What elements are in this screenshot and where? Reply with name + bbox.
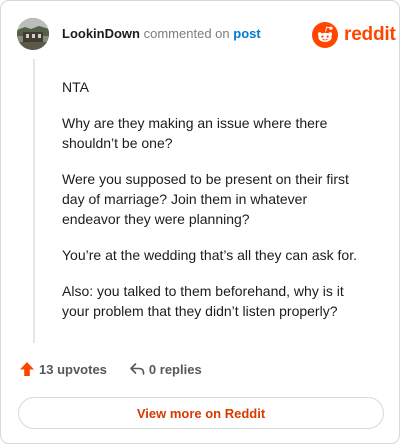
comment-paragraph: NTA <box>62 79 89 95</box>
reply-arrow-icon <box>130 363 145 375</box>
reddit-snoo-icon <box>312 22 338 48</box>
replies-button[interactable]: 0 replies <box>129 361 202 377</box>
upvote-count: 13 upvotes <box>39 361 107 377</box>
upvote-button[interactable]: 13 upvotes <box>19 361 107 377</box>
comment-header: LookinDown commented on post <box>62 27 261 41</box>
reddit-wordmark: reddit <box>344 24 396 45</box>
comment-paragraph: Were you supposed to be present on their… <box>62 171 349 227</box>
reddit-brand-link[interactable]: reddit <box>312 22 396 48</box>
upvote-arrow-icon <box>20 362 34 376</box>
replies-count: 0 replies <box>148 361 202 377</box>
view-more-on-reddit-button[interactable]: View more on Reddit <box>18 397 384 429</box>
commented-on-text: commented on <box>143 26 230 41</box>
username-link[interactable]: LookinDown <box>62 26 140 41</box>
thread-line[interactable] <box>33 59 35 343</box>
comment-paragraph: You’re at the wedding that’s all they ca… <box>62 247 357 263</box>
post-link[interactable]: post <box>233 26 260 41</box>
embedded-comment-card: LookinDown commented on post reddit NTA … <box>0 0 400 444</box>
comment-actions: 13 upvotes 0 replies <box>19 361 202 377</box>
avatar-image <box>17 18 49 50</box>
avatar[interactable] <box>17 18 49 50</box>
comment-paragraph: Why are they making an issue where there… <box>62 115 328 151</box>
comment-body: NTA Why are they making an issue where t… <box>62 77 362 337</box>
comment-paragraph: Also: you talked to them beforehand, why… <box>62 283 344 319</box>
